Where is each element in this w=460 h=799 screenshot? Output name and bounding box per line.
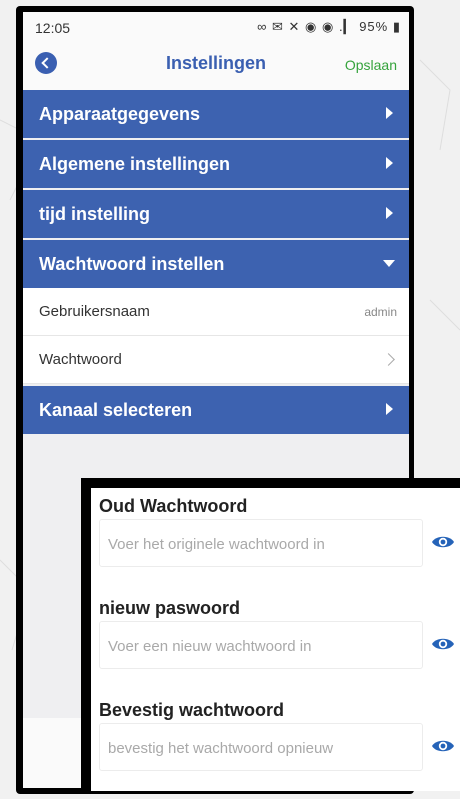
password-dialog: Oud Wachtwoord Voer het originele wachtw… (81, 478, 460, 791)
username-label: Gebruikersnaam (39, 303, 150, 320)
caret-down-icon (383, 260, 395, 267)
new-password-title: nieuw paswoord (99, 598, 241, 618)
username-row[interactable]: Gebruikersnaam admin (23, 288, 409, 336)
status-icons: ∞ ✉ ✕ ◉ ◉ .▎ 95% ▮ (257, 19, 401, 35)
battery-icon: ▮ (392, 19, 401, 34)
section-kanaal-selecteren[interactable]: Kanaal selecteren (23, 386, 409, 434)
eye-icon[interactable] (431, 534, 455, 550)
confirm-password-placeholder: bevestig het wachtwoord opnieuw (108, 740, 334, 757)
new-password-placeholder: Voer een nieuw wachtwoord in (108, 638, 312, 655)
section-algemene-instellingen[interactable]: Algemene instellingen (23, 140, 409, 188)
chevron-right-icon (386, 157, 393, 169)
section-label: Apparaatgegevens (39, 104, 201, 124)
new-password-input[interactable]: Voer een nieuw wachtwoord in (99, 621, 423, 669)
username-value: admin (364, 305, 397, 319)
status-time: 12:05 (35, 20, 71, 36)
section-label: Wachtwoord instellen (39, 254, 225, 274)
old-password-placeholder: Voer het originele wachtwoord in (108, 536, 325, 553)
section-tijd-instelling[interactable]: tijd instelling (23, 190, 409, 238)
eye-icon[interactable] (431, 636, 455, 652)
old-password-title: Oud Wachtwoord (99, 496, 248, 516)
section-label: Kanaal selecteren (39, 400, 193, 420)
password-dialog-content: Oud Wachtwoord Voer het originele wachtw… (91, 488, 460, 791)
password-row[interactable]: Wachtwoord (23, 336, 409, 384)
chevron-right-icon (382, 353, 395, 366)
chevron-right-icon (386, 207, 393, 219)
section-label: tijd instelling (39, 204, 150, 224)
chevron-right-icon (386, 107, 393, 119)
status-bar: 12:05 ∞ ✉ ✕ ◉ ◉ .▎ 95% ▮ (23, 12, 409, 42)
section-label: Algemene instellingen (39, 154, 231, 174)
confirm-password-title: Bevestig wachtwoord (99, 700, 285, 720)
password-label: Wachtwoord (39, 351, 122, 368)
nav-bar: Instellingen Opslaan (23, 42, 409, 90)
section-apparaatgegevens[interactable]: Apparaatgegevens (23, 90, 409, 138)
eye-icon[interactable] (431, 738, 455, 754)
chevron-right-icon (386, 403, 393, 415)
section-wachtwoord-instellen[interactable]: Wachtwoord instellen (23, 240, 409, 288)
old-password-input[interactable]: Voer het originele wachtwoord in (99, 519, 423, 567)
status-indicator-icons: ∞ ✉ ✕ ◉ ◉ .▎ (257, 19, 355, 34)
battery-level: 95% (359, 19, 389, 34)
save-button[interactable]: Opslaan (345, 57, 397, 73)
confirm-password-input[interactable]: bevestig het wachtwoord opnieuw (99, 723, 423, 771)
